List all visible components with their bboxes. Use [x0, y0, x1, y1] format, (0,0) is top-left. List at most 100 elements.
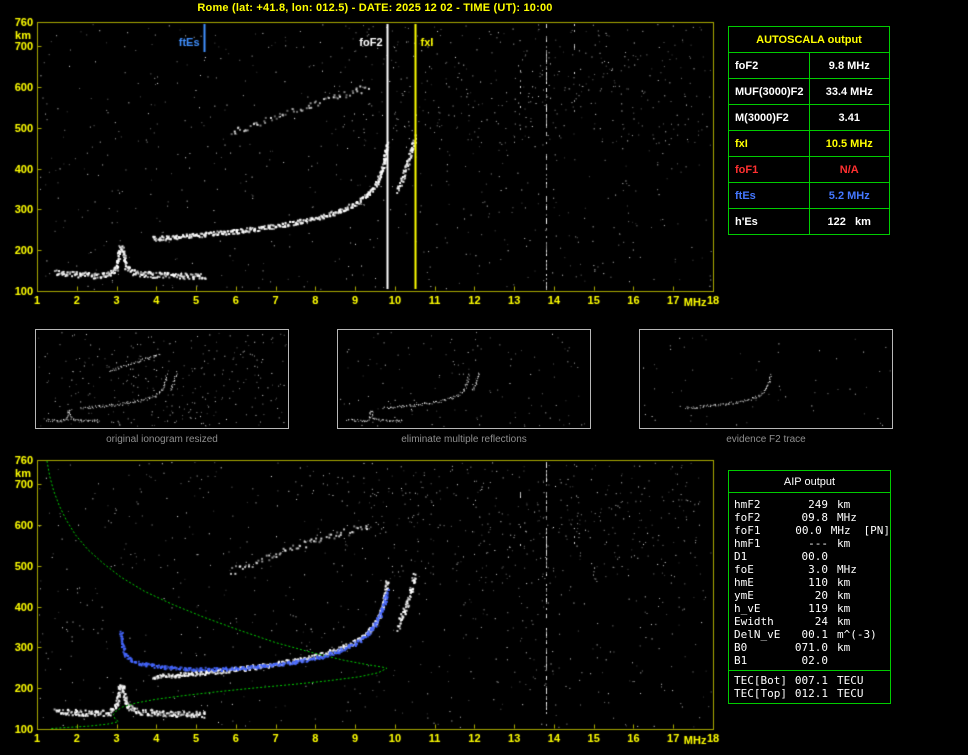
autoscala-table-title: AUTOSCALA output [728, 26, 890, 53]
param-name: TEC[Bot] [734, 674, 787, 687]
param-value: 3.41 [808, 104, 890, 131]
table-row-foF1: foF1 N/A [728, 156, 890, 183]
thumbnail-original: original ionogram resized [35, 329, 289, 445]
param-value: 10.5 MHz [808, 130, 890, 157]
param-value: 00.0 [801, 550, 829, 563]
param-label: fxI [728, 130, 810, 157]
param-value: 9.8 MHz [808, 52, 890, 79]
param-label: ftEs [728, 182, 810, 209]
aip-row-ymE: ymE 20 km [734, 589, 890, 602]
param-unit: km [837, 589, 851, 602]
param-value: 24 [814, 615, 828, 628]
param-unit [837, 654, 870, 667]
param-name: B0 [734, 641, 748, 654]
aip-row-hmF1: hmF1 --- km [734, 537, 890, 550]
param-value: 00.0 [795, 524, 822, 537]
thumbnail-caption: eliminate multiple reflections [401, 434, 527, 445]
param-name: TEC[Top] [734, 687, 787, 700]
thumbnail-original-chart [35, 329, 289, 429]
param-value: 02.0 [801, 654, 829, 667]
param-unit: km [837, 537, 851, 550]
table-row-hEs: h'Es 122 km [728, 208, 890, 235]
aip-rows: hmF2 249 km foF2 09.8 MHz foF1 00.0 MHz [PN] hm… [729, 493, 890, 670]
table-row-MUF3000F2: MUF(3000)F2 33.4 MHz [728, 78, 890, 105]
param-value: N/A [808, 156, 890, 183]
thumbnail-no-multiples-chart [337, 329, 591, 429]
param-unit: km [837, 641, 851, 654]
processing-thumbnails: original ionogram resized eliminate mult… [35, 329, 893, 445]
aip-tec-section: TEC[Bot] 007.1 TECU TEC[Top] 012.1 TECU [729, 670, 890, 703]
param-value: 20 [814, 589, 828, 602]
param-note: [PN] [863, 524, 891, 537]
param-name: foE [734, 563, 754, 576]
aip-row-B1: B1 02.0 [734, 654, 890, 667]
param-unit: MHz [830, 524, 851, 537]
param-unit [837, 550, 870, 563]
param-label: foF2 [728, 52, 810, 79]
param-label: h'Es [728, 208, 810, 235]
param-name: hmF1 [734, 537, 761, 550]
thumbnail-no-multiples: eliminate multiple reflections [337, 329, 591, 445]
param-unit: km [837, 498, 851, 511]
param-value: 00.1 [801, 628, 829, 641]
table-header-row: AUTOSCALA output [728, 26, 890, 53]
aip-row-DelN_vE: DelN_vE 00.1 m^(-3) [734, 628, 890, 641]
param-name: Ewidth [734, 615, 774, 628]
autoscala-output-table: AUTOSCALA output foF2 9.8 MHz MUF(3000)F… [728, 26, 890, 235]
thumbnail-f2-trace: evidence F2 trace [639, 329, 893, 445]
aip-row-TEC-Bot: TEC[Bot] 007.1 TECU [734, 674, 890, 687]
aip-row-foE: foE 3.0 MHz [734, 563, 890, 576]
param-unit: km [837, 576, 851, 589]
autoscala-screen: Rome (lat: +41.8, lon: 012.5) - DATE: 20… [0, 0, 968, 755]
param-label: foF1 [728, 156, 810, 183]
param-name: foF2 [734, 511, 761, 524]
param-value: 007.1 [794, 674, 828, 687]
aip-row-h_vE: h_vE 119 km [734, 602, 890, 615]
param-name: hmF2 [734, 498, 761, 511]
table-row-M3000F2: M(3000)F2 3.41 [728, 104, 890, 131]
param-unit: m^(-3) [837, 628, 877, 641]
param-unit: km [837, 602, 851, 615]
aip-row-TEC-Top: TEC[Top] 012.1 TECU [734, 687, 890, 700]
param-value: 071.0 [794, 641, 828, 654]
aip-row-foF1: foF1 00.0 MHz [PN] [734, 524, 890, 537]
param-value: 09.8 [801, 511, 829, 524]
aip-row-hmF2: hmF2 249 km [734, 498, 890, 511]
thumbnail-caption: evidence F2 trace [726, 434, 806, 445]
param-value: --- [808, 537, 828, 550]
table-row-foF2: foF2 9.8 MHz [728, 52, 890, 79]
bottom-ionogram-chart [0, 452, 730, 754]
param-value: 3.0 [808, 563, 828, 576]
aip-row-Ewidth: Ewidth 24 km [734, 615, 890, 628]
table-row-ftEs: ftEs 5.2 MHz [728, 182, 890, 209]
param-unit: TECU [837, 674, 864, 687]
param-name: foF1 [734, 524, 761, 537]
top-ionogram-chart [0, 14, 730, 316]
param-value: 110 [808, 576, 828, 589]
param-value: 122 km [808, 208, 890, 235]
param-name: B1 [734, 654, 748, 667]
param-name: h_vE [734, 602, 761, 615]
aip-row-D1: D1 00.0 [734, 550, 890, 563]
aip-row-foF2: foF2 09.8 MHz [734, 511, 890, 524]
param-unit: MHz [837, 511, 857, 524]
param-name: DelN_vE [734, 628, 781, 641]
page-title: Rome (lat: +41.8, lon: 012.5) - DATE: 20… [197, 2, 553, 14]
thumbnail-caption: original ionogram resized [106, 434, 218, 445]
param-value: 249 [808, 498, 828, 511]
param-unit: TECU [837, 687, 864, 700]
table-row-fxI: fxI 10.5 MHz [728, 130, 890, 157]
param-label: MUF(3000)F2 [728, 78, 810, 105]
aip-row-B0: B0 071.0 km [734, 641, 890, 654]
param-name: D1 [734, 550, 748, 563]
param-value: 33.4 MHz [808, 78, 890, 105]
aip-output-panel: AIP output hmF2 249 km foF2 09.8 MHz foF1 00.… [728, 470, 891, 704]
param-unit: km [837, 615, 851, 628]
param-label: M(3000)F2 [728, 104, 810, 131]
param-value: 5.2 MHz [808, 182, 890, 209]
param-unit: MHz [837, 563, 857, 576]
aip-row-hmE: hmE 110 km [734, 576, 890, 589]
param-value: 119 [808, 602, 828, 615]
thumbnail-f2-trace-chart [639, 329, 893, 429]
param-value: 012.1 [794, 687, 828, 700]
